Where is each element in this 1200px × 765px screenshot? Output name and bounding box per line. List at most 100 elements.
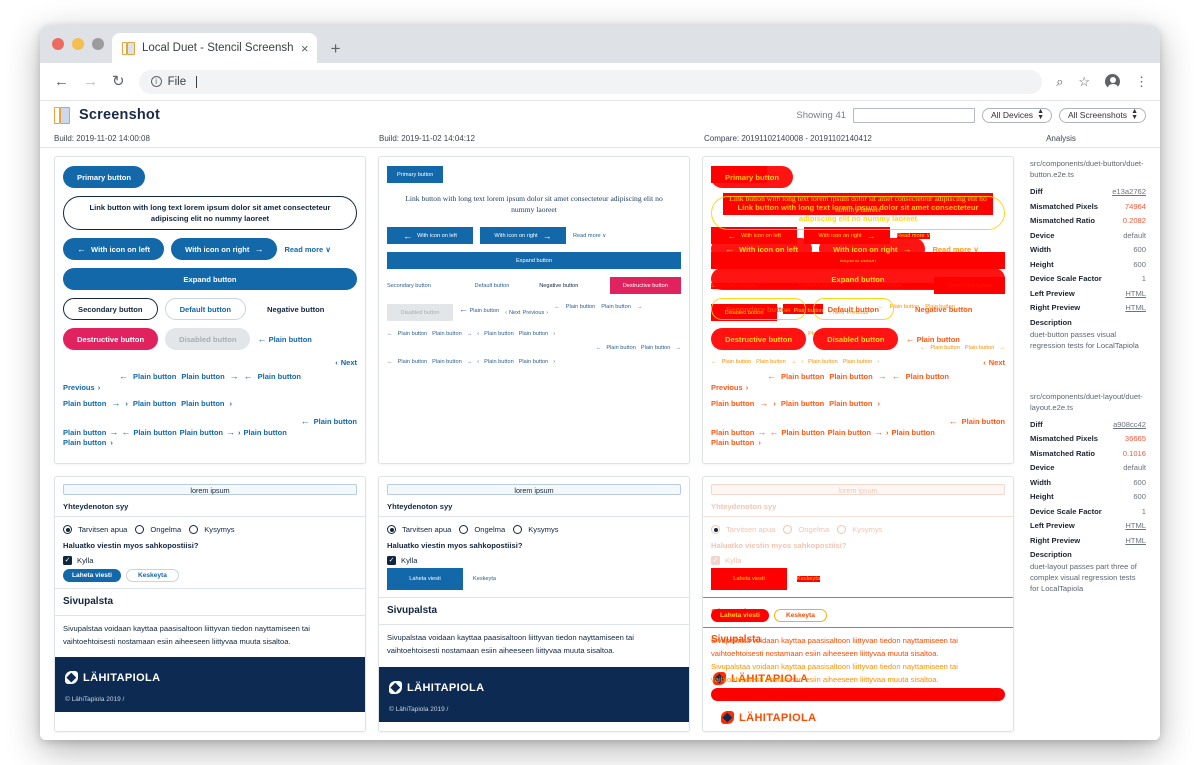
plain-button[interactable]: Plain button xyxy=(181,372,224,381)
analysis-value-diff[interactable]: a908cc42 xyxy=(1113,420,1146,429)
previous-button[interactable]: Previous xyxy=(711,383,743,392)
lorem-bar[interactable]: lorem ipsum xyxy=(63,484,357,495)
read-more-button[interactable]: Read more ∨ xyxy=(932,245,978,254)
forward-icon[interactable]: → xyxy=(83,74,98,89)
secondary-button[interactable]: Secondary button xyxy=(711,298,806,320)
plain-button[interactable]: Plain button xyxy=(519,331,549,337)
right-preview-link[interactable]: HTML xyxy=(1125,303,1146,312)
reload-icon[interactable]: ↻ xyxy=(112,74,125,89)
plain-button[interactable]: Plain button xyxy=(828,428,871,437)
primary-button[interactable]: Primary button xyxy=(63,166,146,188)
next-button[interactable]: Next xyxy=(341,358,357,367)
previous-button[interactable]: Previous xyxy=(523,310,545,316)
expand-button[interactable]: Expand button xyxy=(387,252,681,269)
radio-option-3[interactable] xyxy=(189,525,199,534)
radio-option-1[interactable] xyxy=(63,525,72,534)
left-preview-link[interactable]: HTML xyxy=(1125,521,1146,530)
negative-button[interactable]: Negative button xyxy=(539,283,609,289)
secondary-button[interactable]: Secondary button xyxy=(387,283,475,289)
radio-option-2[interactable] xyxy=(459,525,469,534)
plain-button[interactable]: Plain button xyxy=(181,399,224,408)
plain-button[interactable]: Plain button xyxy=(398,359,428,365)
plain-button[interactable]: Plain button xyxy=(606,345,636,351)
link-button[interactable]: Link button with long text lorem ipsum d… xyxy=(63,196,357,230)
browser-menu-icon[interactable]: ⋮ xyxy=(1135,75,1148,88)
duet-layout-right-screenshot[interactable]: lorem ipsum Yhteydenoton syy Tarvitsen a… xyxy=(378,476,690,732)
right-preview-link[interactable]: HTML xyxy=(1125,536,1146,545)
plain-button[interactable]: Plain button xyxy=(711,428,754,437)
cancel-button[interactable]: Keskeyta xyxy=(125,569,179,582)
plain-button[interactable]: Plain button xyxy=(484,331,514,337)
radio-option-2[interactable] xyxy=(783,525,793,534)
bookmark-star-icon[interactable]: ☆ xyxy=(1078,75,1090,88)
plain-button[interactable]: Plain button xyxy=(314,417,357,426)
plain-button[interactable]: Plain button xyxy=(63,399,106,408)
profile-avatar-icon[interactable] xyxy=(1105,74,1120,91)
cancel-button[interactable]: Keskeyta xyxy=(797,576,821,582)
checkbox-checked-icon[interactable]: ✓ xyxy=(387,556,396,565)
browser-tab[interactable]: Local Duet - Stencil Screenshot × xyxy=(112,33,317,63)
cancel-button[interactable]: Keskeyta xyxy=(473,576,496,582)
plain-button[interactable]: Plain button xyxy=(133,372,176,381)
radio-option-3[interactable] xyxy=(837,525,847,534)
plain-button[interactable]: Plain button xyxy=(180,428,223,437)
icon-left-button[interactable]: ← With icon on left xyxy=(711,238,812,260)
icon-right-button[interactable]: With icon on right → xyxy=(819,238,926,260)
plain-button[interactable]: Plain button xyxy=(891,428,934,437)
plain-button[interactable]: Plain button xyxy=(711,438,754,447)
primary-button[interactable]: Primary button xyxy=(711,166,794,188)
duet-button-diff-screenshot[interactable]: Primary button Link button with long tex… xyxy=(702,156,1014,464)
destructive-button[interactable]: Destructive button xyxy=(711,328,807,350)
analysis-value-diff[interactable]: e13a2762 xyxy=(1112,187,1146,196)
send-message-button[interactable]: Laheta viesti xyxy=(711,568,787,590)
radio-option-1[interactable] xyxy=(387,525,396,534)
icon-right-button[interactable]: With icon on right → xyxy=(171,238,278,260)
previous-button[interactable]: Previous xyxy=(63,383,95,392)
duet-button-right-screenshot[interactable]: Primary button Link button with long tex… xyxy=(378,156,690,464)
minimize-window-button[interactable] xyxy=(72,38,84,50)
device-filter-select[interactable]: All Devices ▲ ▼ xyxy=(982,107,1052,123)
plain-button[interactable]: Plain button xyxy=(432,331,462,337)
plain-button[interactable]: ← Plain button xyxy=(257,334,311,344)
icon-left-button[interactable]: ← With icon on left xyxy=(63,238,164,260)
expand-button[interactable]: Expand button xyxy=(63,268,357,290)
read-more-button[interactable]: Read more ∨ xyxy=(284,245,330,254)
duet-layout-diff-screenshot[interactable]: lorem ipsum Yhteydenoton syy Tarvitsen a… xyxy=(702,476,1014,732)
lorem-bar[interactable]: lorem ipsum xyxy=(387,484,681,495)
radio-option-1[interactable] xyxy=(711,525,720,534)
plain-button[interactable]: Plain button xyxy=(133,399,176,408)
destructive-button[interactable]: Destructive button xyxy=(63,328,159,350)
default-button[interactable]: Default button xyxy=(164,298,247,320)
expand-button[interactable]: Expand button xyxy=(711,268,1005,290)
plain-button[interactable]: Plain button xyxy=(962,417,1005,426)
address-bar[interactable]: i File xyxy=(138,69,1043,94)
plain-button[interactable]: Plain button xyxy=(243,428,286,437)
link-button[interactable]: Link button with long text lorem ipsum d… xyxy=(399,193,669,215)
send-message-button[interactable]: Laheta viesti xyxy=(387,568,463,590)
negative-button[interactable]: Negative button xyxy=(901,298,986,320)
primary-button[interactable]: Primary button xyxy=(387,166,444,183)
plain-button[interactable]: Plain button xyxy=(398,331,428,337)
plain-button[interactable]: Plain button xyxy=(829,372,872,381)
checkbox-checked-icon[interactable]: ✓ xyxy=(63,556,72,565)
plain-button[interactable]: Plain button xyxy=(63,438,106,447)
next-button[interactable]: Next xyxy=(509,310,521,316)
plain-button[interactable]: ← Plain button xyxy=(905,334,959,344)
search-icon[interactable]: ⌕ xyxy=(1056,75,1063,88)
left-preview-link[interactable]: HTML xyxy=(1125,289,1146,298)
maximize-window-button[interactable] xyxy=(92,38,104,50)
plain-button[interactable]: Plain button xyxy=(63,428,106,437)
close-tab-icon[interactable]: × xyxy=(301,42,309,55)
icon-left-button[interactable]: ← With icon on left xyxy=(387,227,473,244)
plain-button[interactable]: Plain button xyxy=(133,428,176,437)
duet-layout-left-screenshot[interactable]: lorem ipsum Yhteydenoton syy Tarvitsen a… xyxy=(54,476,366,732)
plain-button[interactable]: Plain button xyxy=(781,372,824,381)
new-tab-button[interactable]: + xyxy=(331,40,341,57)
plain-button[interactable]: Plain button xyxy=(711,399,754,408)
negative-button[interactable]: Negative button xyxy=(253,298,339,320)
plain-button[interactable]: Plain button xyxy=(432,359,462,365)
plain-button[interactable]: Plain button xyxy=(829,399,872,408)
plain-button[interactable]: Plain button xyxy=(641,345,671,351)
plain-button[interactable]: Plain button xyxy=(258,372,301,381)
default-button[interactable]: Default button xyxy=(812,298,895,320)
